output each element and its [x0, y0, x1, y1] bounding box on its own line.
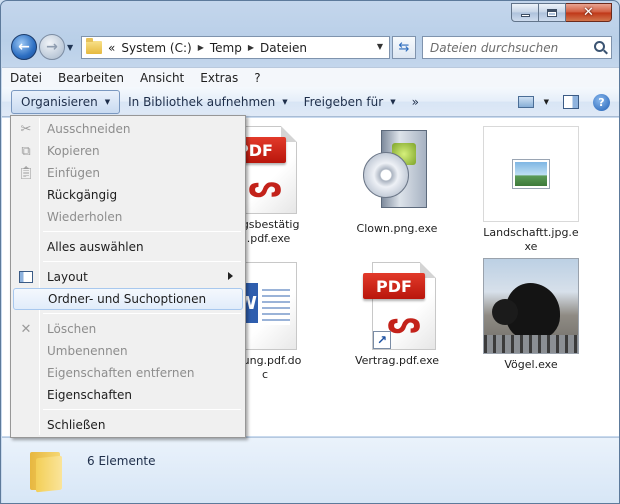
- image-file-icon: [483, 126, 579, 222]
- folder-large-icon: [30, 448, 66, 493]
- layout-icon: [18, 269, 34, 285]
- organize-menu: ✂ Ausschneiden ⧉ Kopieren 📋︎ Einfügen Rü…: [10, 115, 246, 438]
- menu-separator: [43, 313, 241, 314]
- view-dropdown-icon[interactable]: ▼: [544, 98, 549, 106]
- menu-item-copy[interactable]: ⧉ Kopieren: [13, 140, 243, 162]
- acrobat-logo-icon: ᔕ: [247, 170, 283, 205]
- minimize-icon: [520, 14, 530, 17]
- menu-item-redo[interactable]: Wiederholen: [13, 206, 243, 228]
- delete-icon: ✕: [20, 321, 32, 337]
- breadcrumb-overflow[interactable]: «: [108, 41, 115, 55]
- share-with-button[interactable]: Freigeben für ▼: [296, 90, 404, 114]
- preview-pane-icon[interactable]: [563, 95, 579, 109]
- change-view-icon[interactable]: [517, 96, 534, 108]
- share-label: Freigeben für: [303, 94, 384, 109]
- menu-item-folder-options[interactable]: Ordner- und Suchoptionen: [13, 288, 243, 310]
- dropdown-arrow-icon: ▼: [282, 97, 288, 106]
- file-label: Vertrag.pdf.exe: [354, 354, 440, 367]
- back-arrow-icon: ←: [18, 39, 30, 55]
- search-icon[interactable]: [594, 41, 605, 52]
- maximize-icon: [547, 8, 557, 17]
- caption-buttons: ✕: [511, 3, 612, 22]
- menu-item-layout[interactable]: Layout: [13, 266, 243, 288]
- copy-icon: ⧉: [21, 143, 31, 159]
- software-box-icon: [359, 126, 435, 212]
- file-item[interactable]: Landschaftt.jpg.e xe: [476, 126, 586, 254]
- menu-separator: [43, 261, 241, 262]
- scissors-icon: ✂: [20, 121, 32, 137]
- menu-item-properties[interactable]: Eigenschaften: [13, 384, 243, 406]
- file-item[interactable]: Clown.png.exe: [342, 126, 452, 236]
- cd-disc-icon: [363, 152, 409, 198]
- organize-label: Organisieren: [21, 94, 98, 109]
- menu-item-delete[interactable]: ✕ Löschen: [13, 318, 243, 340]
- explorer-window: ✕ ← → ▼ « System (C:) ▶ Temp ▶ Dateien ▼…: [0, 0, 620, 504]
- file-label: Clown.png.exe: [356, 222, 438, 235]
- file-label: Vögel.exe: [504, 358, 558, 371]
- more-commands-button[interactable]: »: [404, 90, 427, 114]
- chevron-right-icon[interactable]: ▶: [248, 43, 254, 52]
- submenu-arrow-icon: [228, 272, 233, 280]
- menu-ansicht[interactable]: Ansicht: [132, 71, 192, 85]
- organize-button[interactable]: Organisieren ▼: [11, 89, 121, 114]
- refresh-icon: ⇆: [398, 40, 410, 55]
- more-label: »: [411, 94, 419, 109]
- pdf-badge: PDF: [363, 273, 425, 299]
- menu-item-paste[interactable]: 📋︎ Einfügen: [13, 162, 243, 184]
- photo-thumbnail: [483, 258, 579, 354]
- menu-extras[interactable]: Extras: [192, 71, 246, 85]
- close-icon: ✕: [583, 5, 594, 20]
- dropdown-arrow-icon: ▼: [390, 97, 396, 106]
- item-count: 6 Elemente: [87, 454, 156, 468]
- back-button[interactable]: ←: [11, 34, 37, 60]
- file-item[interactable]: PDF ᔕ ↗ Vertrag.pdf.exe: [342, 262, 452, 368]
- menu-bearbeiten[interactable]: Bearbeiten: [50, 71, 132, 85]
- menu-separator: [43, 231, 241, 232]
- maximize-button[interactable]: [539, 3, 566, 22]
- menu-datei[interactable]: Datei: [2, 71, 50, 85]
- dropdown-arrow-icon: ▼: [104, 97, 111, 106]
- folder-icon: [86, 38, 102, 54]
- paste-icon: 📋︎: [17, 165, 35, 181]
- menu-help[interactable]: ?: [246, 71, 268, 85]
- chevron-right-icon[interactable]: ▶: [198, 43, 204, 52]
- menu-item-rename[interactable]: Umbenennen: [13, 340, 243, 362]
- navigation-row: ← → ▼ « System (C:) ▶ Temp ▶ Dateien ▼ ⇆: [1, 31, 619, 65]
- minimize-button[interactable]: [511, 3, 539, 22]
- command-bar: Organisieren ▼ In Bibliothek aufnehmen ▼ F…: [2, 87, 619, 117]
- forward-arrow-icon: →: [46, 39, 58, 55]
- details-pane: 6 Elemente: [2, 437, 619, 503]
- pdf-shortcut-icon: PDF ᔕ ↗: [363, 262, 436, 350]
- include-in-library-button[interactable]: In Bibliothek aufnehmen ▼: [120, 90, 295, 114]
- address-dropdown-icon[interactable]: ▼: [377, 42, 383, 51]
- help-icon[interactable]: ?: [593, 93, 610, 111]
- view-controls: ▼ ?: [517, 90, 610, 114]
- shortcut-arrow-icon: ↗: [373, 331, 391, 349]
- search-box[interactable]: [422, 36, 612, 59]
- forward-button[interactable]: →: [39, 34, 65, 60]
- menu-bar: Datei Bearbeiten Ansicht Extras ?: [2, 67, 619, 87]
- close-button[interactable]: ✕: [566, 3, 612, 22]
- refresh-button[interactable]: ⇆: [392, 36, 416, 59]
- file-label: Landschaftt.jpg.e xe: [483, 226, 579, 253]
- menu-separator: [43, 409, 241, 410]
- menu-item-select-all[interactable]: Alles auswählen: [13, 236, 243, 258]
- menu-item-remove-properties[interactable]: Eigenschaften entfernen: [13, 362, 243, 384]
- menu-item-close[interactable]: Schließen: [13, 414, 243, 436]
- menu-item-cut[interactable]: ✂ Ausschneiden: [13, 118, 243, 140]
- library-label: In Bibliothek aufnehmen: [128, 94, 276, 109]
- file-item[interactable]: Vögel.exe: [476, 258, 586, 372]
- menu-item-undo[interactable]: Rückgängig: [13, 184, 243, 206]
- landscape-picture-icon: [513, 160, 549, 188]
- breadcrumb-temp[interactable]: Temp: [210, 41, 242, 55]
- breadcrumb-dateien[interactable]: Dateien: [260, 41, 307, 55]
- breadcrumb-system[interactable]: System (C:): [121, 41, 191, 55]
- search-input[interactable]: [430, 40, 590, 55]
- recent-pages-dropdown[interactable]: ▼: [67, 43, 73, 52]
- address-bar[interactable]: « System (C:) ▶ Temp ▶ Dateien ▼: [81, 36, 390, 59]
